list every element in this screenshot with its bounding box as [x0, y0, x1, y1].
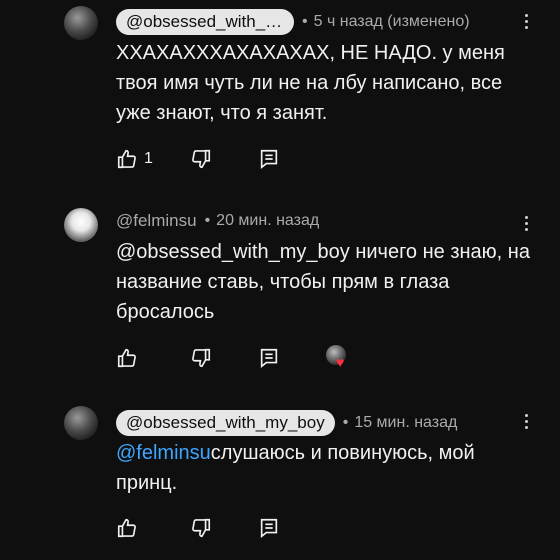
- avatar[interactable]: [64, 208, 98, 242]
- reply-icon: [260, 348, 278, 368]
- reply-icon: [260, 518, 278, 538]
- avatar[interactable]: [64, 406, 98, 440]
- avatar[interactable]: [64, 6, 98, 40]
- like-button[interactable]: [116, 347, 138, 369]
- author-chip[interactable]: @obsessed_with_my_boy: [116, 9, 294, 35]
- comment-header: @obsessed_with_my_boy • 5 ч назад (измен…: [116, 9, 470, 35]
- more-vert-icon[interactable]: [522, 412, 532, 432]
- more-vert-icon[interactable]: [522, 12, 532, 32]
- reply-icon: [260, 149, 278, 169]
- comment-text: @obsessed_with_my_boy ничего не знаю, на…: [116, 241, 530, 323]
- dislike-button[interactable]: [190, 517, 212, 539]
- like-button[interactable]: 1: [116, 148, 153, 170]
- dislike-button[interactable]: [190, 347, 212, 369]
- heart-icon: ♥: [336, 354, 345, 370]
- creator-heart-icon: ♥: [326, 345, 350, 369]
- author-chip[interactable]: @obsessed_with_my_boy: [116, 410, 335, 436]
- timestamp[interactable]: 20 мин. назад: [216, 212, 319, 230]
- separator-dot: •: [342, 414, 349, 431]
- thumb-up-icon: [117, 348, 136, 368]
- comment-text: @felminsuслушаюсь и повинуюсь, мой принц…: [116, 438, 536, 498]
- thumb-down-icon: [192, 518, 211, 538]
- thumb-down-icon: [192, 348, 211, 368]
- separator-dot: •: [204, 212, 211, 229]
- like-button[interactable]: [116, 517, 138, 539]
- like-count: 1: [144, 150, 153, 167]
- reply-button[interactable]: [258, 347, 280, 369]
- thumb-up-icon: [117, 518, 136, 538]
- timestamp[interactable]: 15 мин. назад: [354, 414, 457, 432]
- reply-button[interactable]: [258, 517, 280, 539]
- thumb-down-icon: [192, 149, 211, 169]
- timestamp[interactable]: 5 ч назад (изменено): [314, 13, 470, 31]
- comment-header: @obsessed_with_my_boy • 15 мин. назад: [116, 410, 457, 436]
- comment-text: ХХАХАХХХАХАХАХАХ, НЕ НАДО. у меня твоя и…: [116, 42, 505, 124]
- comment-header: @felminsu • 20 мин. назад: [116, 211, 319, 231]
- author-handle[interactable]: @felminsu: [116, 211, 197, 231]
- separator-dot: •: [302, 13, 308, 30]
- reply-button[interactable]: [258, 148, 280, 170]
- more-vert-icon[interactable]: [522, 214, 532, 234]
- thumb-up-icon: [117, 149, 136, 169]
- mention-link[interactable]: @felminsu: [116, 442, 211, 464]
- dislike-button[interactable]: [190, 148, 212, 170]
